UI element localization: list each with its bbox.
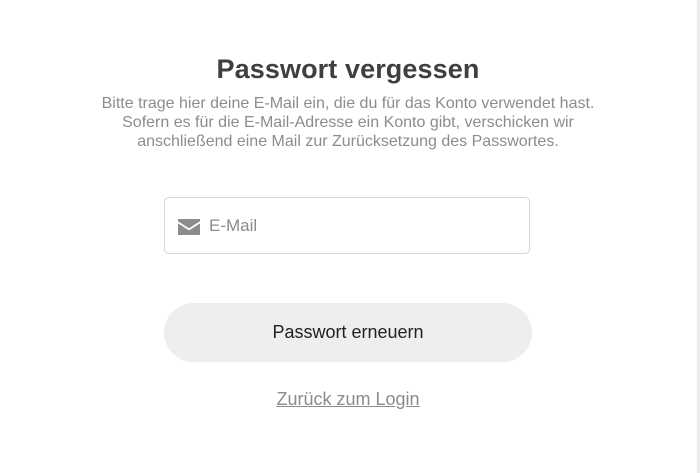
- instructions-line-2: Sofern es für die E-Mail-Adresse ein Kon…: [122, 114, 574, 131]
- page-title: Passwort vergessen: [216, 54, 480, 84]
- back-to-login: Zurück zum Login: [0, 389, 696, 410]
- instructions-line-1: Bitte trage hier deine E-Mail ein, die d…: [101, 95, 595, 112]
- instructions-text: Bitte trage hier deine E-Mail ein, die d…: [0, 94, 696, 151]
- back-to-login-link[interactable]: Zurück zum Login: [276, 389, 419, 409]
- email-field[interactable]: [164, 197, 530, 254]
- email-input[interactable]: [209, 198, 519, 253]
- forgot-password-page: Passwort vergessen Bitte trage hier dein…: [0, 0, 700, 473]
- envelope-icon: [178, 219, 200, 235]
- instructions-line-3: anschließend eine Mail zur Zurücksetzung…: [137, 133, 559, 150]
- reset-password-button[interactable]: Passwort erneuern: [164, 303, 532, 362]
